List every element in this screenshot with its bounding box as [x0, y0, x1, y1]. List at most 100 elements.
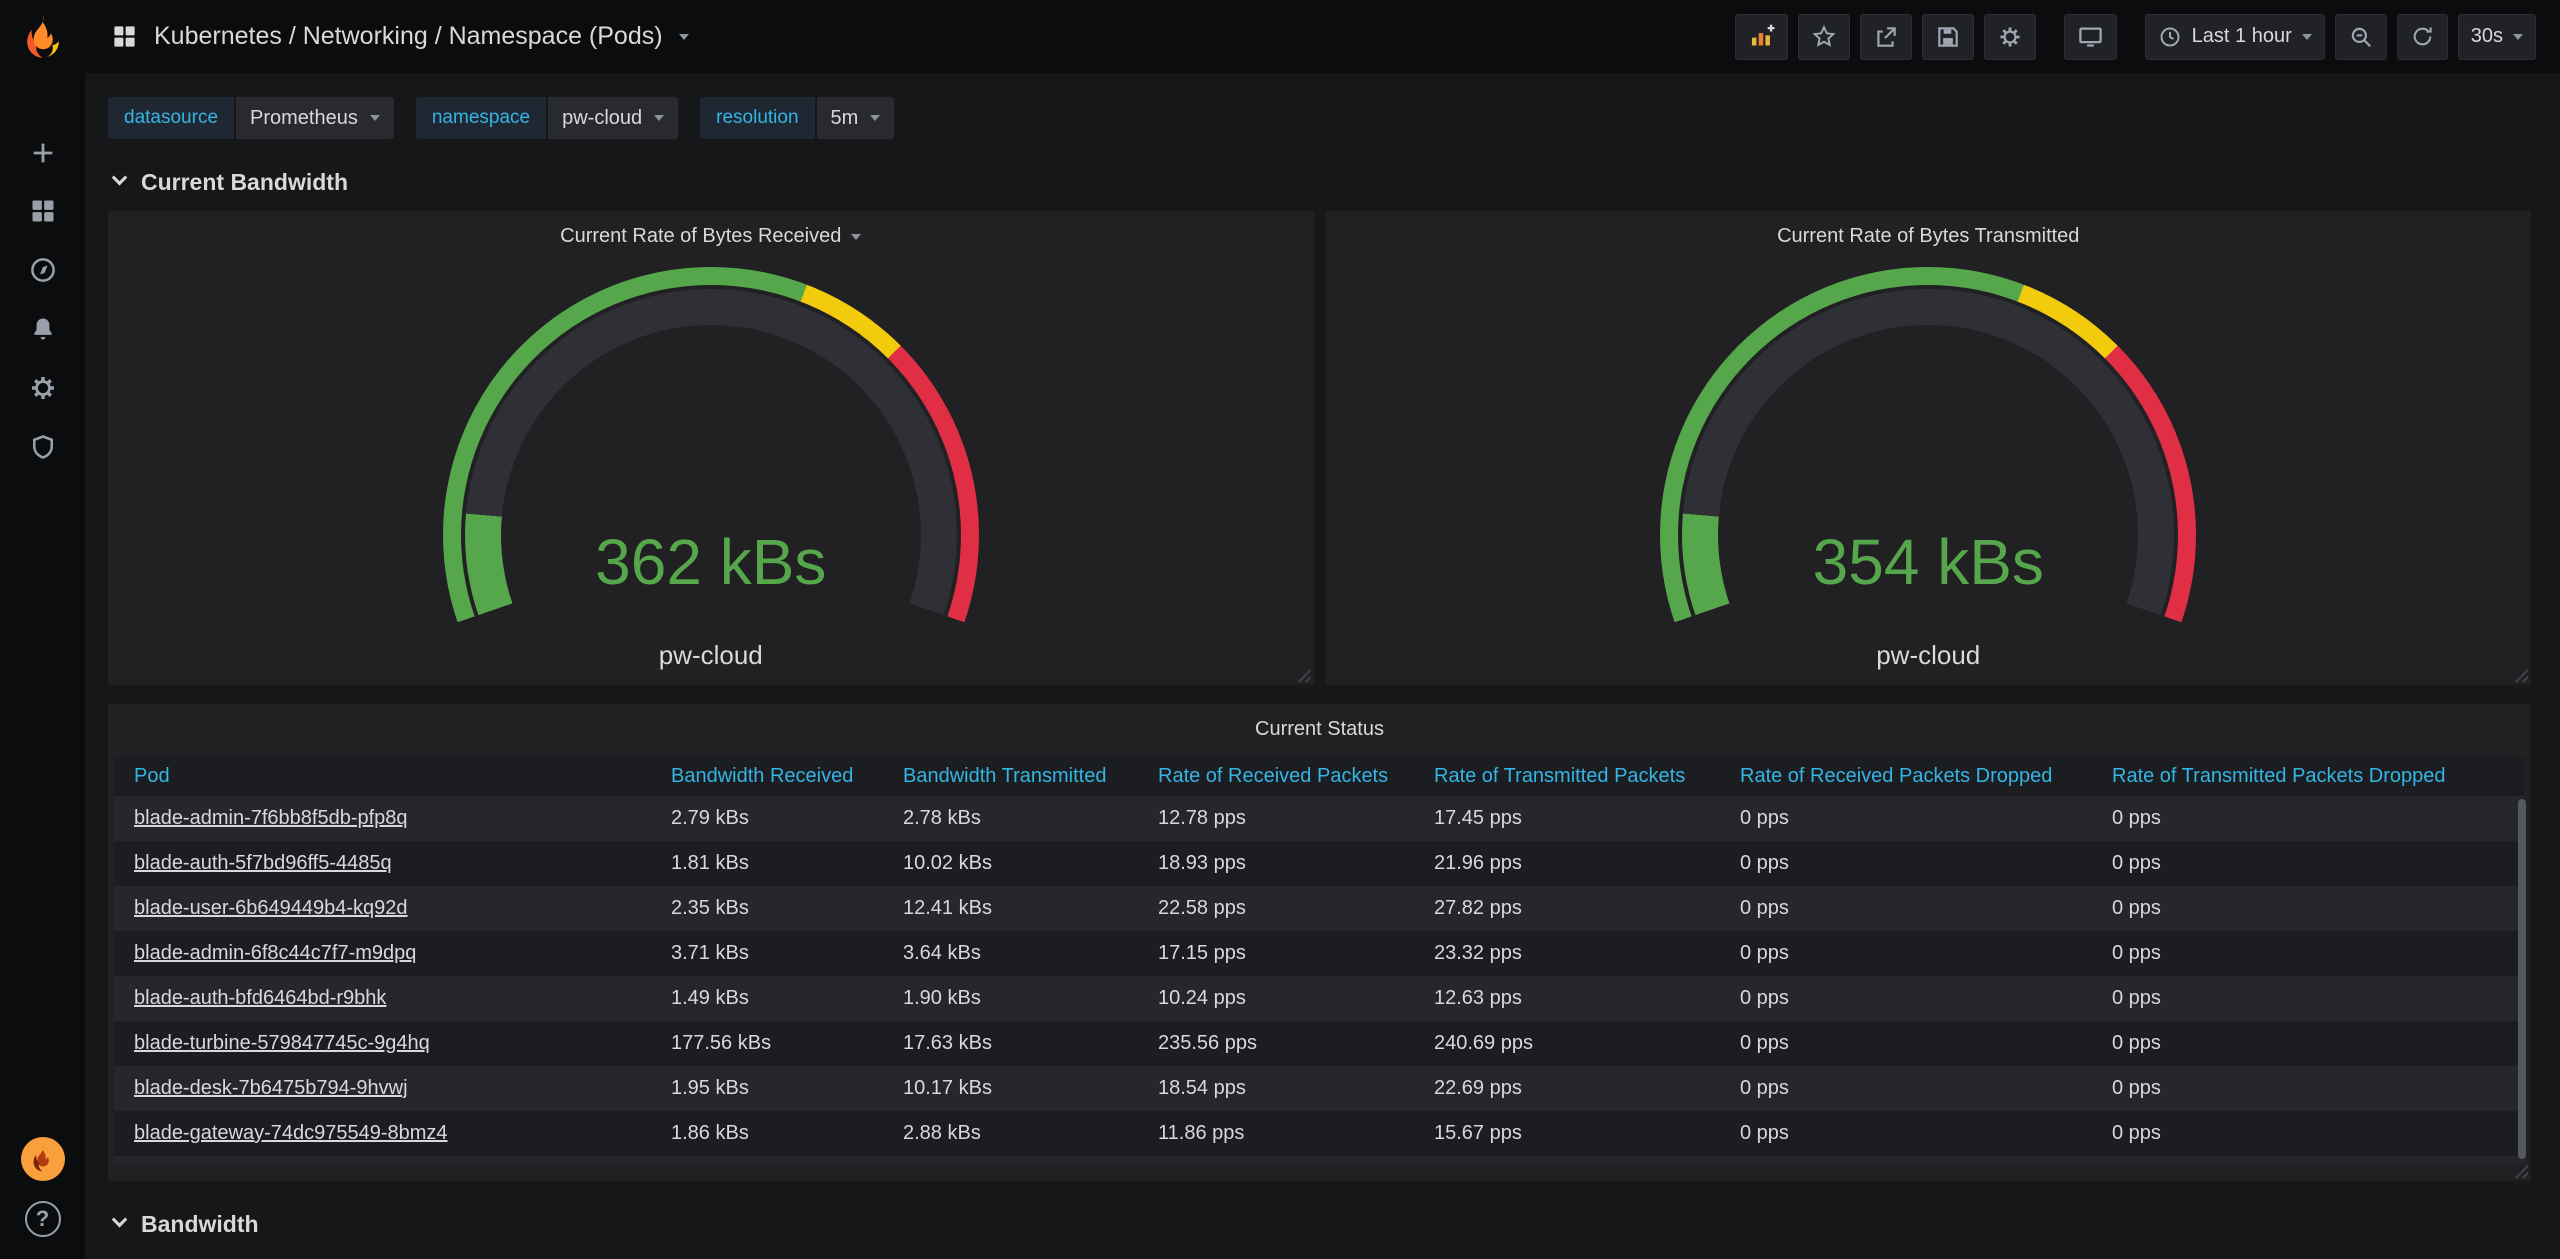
apps-grid-icon: [111, 23, 138, 50]
table-cell: 17.15 pps: [1146, 931, 1422, 976]
table-cell: 1.95 kBs: [659, 1066, 891, 1111]
table-cell: 0 pps: [2100, 1066, 2525, 1111]
variable-value-dropdown[interactable]: 5m: [817, 97, 895, 139]
save-button[interactable]: [1922, 14, 1974, 60]
panel-resize-handle[interactable]: [2512, 1162, 2528, 1178]
table-row: blade-user-6b649449b4-kq92d 2.35 kBs12.41…: [114, 886, 2525, 931]
pod-link[interactable]: blade-turbine-579847745c-9g4hq: [134, 1032, 430, 1054]
add-panel-button[interactable]: [1735, 14, 1788, 60]
alerting-bell-icon: [29, 315, 57, 343]
table-row: blade-message-6dc46477cb-hks2n5.57 kBs50…: [114, 1156, 2525, 1163]
column-header[interactable]: Rate of Transmitted Packets Dropped: [2100, 757, 2525, 796]
table-cell: 235.56 pps: [1146, 1021, 1422, 1066]
gauge-panel-bytes-transmitted: Current Rate of Bytes Transmitted 354 kB…: [1326, 211, 2532, 685]
breadcrumb: Kubernetes / Networking / Namespace (Pod…: [154, 22, 663, 51]
gauge-value: 354 kBs: [1813, 525, 2044, 599]
chevron-down-icon: [370, 115, 380, 121]
table-cell: 2.35 kBs: [659, 886, 891, 931]
gauge-value: 362 kBs: [595, 525, 826, 599]
column-header[interactable]: Pod: [114, 757, 659, 796]
pod-link[interactable]: blade-auth-bfd6464bd-r9bhk: [134, 987, 386, 1009]
help-icon[interactable]: [25, 1201, 61, 1237]
table-cell: 177.56 kBs: [659, 1021, 891, 1066]
refresh-button[interactable]: [2397, 14, 2448, 60]
pod-link[interactable]: blade-admin-7f6bb8f5db-pfp8q: [134, 807, 408, 829]
column-header[interactable]: Bandwidth Received: [659, 757, 891, 796]
table-cell: 15.67 pps: [1422, 1111, 1728, 1156]
table-cell: 1.49 kBs: [659, 976, 891, 1021]
table-cell: 21.96 pps: [1422, 841, 1728, 886]
table-row: blade-turbine-579847745c-9g4hq 177.56 kBs…: [114, 1021, 2525, 1066]
table-cell: 1.81 kBs: [659, 841, 891, 886]
configuration-gear-icon: [28, 373, 58, 403]
pod-link[interactable]: blade-gateway-74dc975549-8bmz4: [134, 1122, 448, 1144]
section-toggle-current-bandwidth[interactable]: Current Bandwidth: [108, 167, 2531, 197]
dashboard-title-button[interactable]: Kubernetes / Networking / Namespace (Pod…: [111, 22, 689, 51]
grafana-flame-icon: [18, 12, 68, 62]
table-cell: 1.86 kBs: [659, 1111, 891, 1156]
table-cell: 22.69 pps: [1422, 1066, 1728, 1111]
refresh-icon: [2410, 24, 2435, 49]
variable-value: Prometheus: [250, 107, 358, 130]
grafana-logo[interactable]: [18, 12, 68, 67]
table-scrollbar[interactable]: [2518, 799, 2526, 1159]
clock-icon: [2158, 25, 2182, 49]
variable-value-dropdown[interactable]: pw-cloud: [548, 97, 678, 139]
sidebar-item-dashboards[interactable]: [29, 197, 57, 225]
panel-title[interactable]: Current Rate of Bytes Received: [108, 211, 1314, 248]
table-cell: 0 pps: [2100, 931, 2525, 976]
table-cell: 12.41 kBs: [891, 886, 1146, 931]
table-cell: 3.71 kBs: [659, 931, 891, 976]
star-button[interactable]: [1798, 14, 1850, 60]
panel-title[interactable]: Current Rate of Bytes Transmitted: [1326, 211, 2532, 248]
cycle-view-button[interactable]: [2064, 14, 2117, 60]
gauge-panel-bytes-received: Current Rate of Bytes Received 362 kBs p…: [108, 211, 1314, 685]
variable-value: pw-cloud: [562, 107, 642, 130]
table-cell: 0 pps: [1728, 841, 2100, 886]
variable-value: 5m: [831, 107, 859, 130]
sidebar-item-configuration[interactable]: [28, 373, 58, 403]
zoom-out-icon: [2348, 24, 2374, 50]
column-header[interactable]: Rate of Transmitted Packets: [1422, 757, 1728, 796]
pod-link[interactable]: blade-admin-6f8c44c7f7-m9dpq: [134, 942, 416, 964]
panel-title-text: Current Rate of Bytes Transmitted: [1777, 225, 2079, 248]
table-row: blade-auth-bfd6464bd-r9bhk1.49 kBs1.90 k…: [114, 976, 2525, 1021]
sidebar: [0, 0, 85, 1259]
table-cell: 0 pps: [1728, 1021, 2100, 1066]
table-cell: 2.79 kBs: [659, 796, 891, 841]
table-cell: 17.45 pps: [1422, 796, 1728, 841]
table-row: blade-auth-5f7bd96ff5-4485q1.81 kBs10.02…: [114, 841, 2525, 886]
pod-link[interactable]: blade-desk-7b6475b794-9hvwj: [134, 1077, 408, 1099]
table-cell: 62.93 pps: [1146, 1156, 1422, 1163]
table-cell: 0 pps: [2100, 886, 2525, 931]
section-title: Current Bandwidth: [141, 169, 348, 196]
table-cell: 2.78 kBs: [891, 796, 1146, 841]
table-cell: 0 pps: [1728, 931, 2100, 976]
share-button[interactable]: [1860, 14, 1912, 60]
chevron-down-icon: [2302, 34, 2312, 40]
column-header[interactable]: Rate of Received Packets Dropped: [1728, 757, 2100, 796]
column-header[interactable]: Rate of Received Packets: [1146, 757, 1422, 796]
dashboard-settings-button[interactable]: [1984, 14, 2036, 60]
variable-namespace: namespace pw-cloud: [416, 97, 678, 139]
table-cell: 10.17 kBs: [891, 1066, 1146, 1111]
variable-label: datasource: [108, 97, 234, 139]
table-cell: 12.63 pps: [1422, 976, 1728, 1021]
refresh-interval-button[interactable]: 30s: [2458, 14, 2536, 60]
sidebar-item-alerting[interactable]: [29, 315, 57, 343]
time-range-button[interactable]: Last 1 hour: [2145, 14, 2325, 60]
pod-link[interactable]: blade-auth-5f7bd96ff5-4485q: [134, 852, 392, 874]
sidebar-item-create[interactable]: [29, 139, 57, 167]
zoom-out-button[interactable]: [2335, 14, 2387, 60]
column-header[interactable]: Bandwidth Transmitted: [891, 757, 1146, 796]
variable-value-dropdown[interactable]: Prometheus: [236, 97, 394, 139]
section-toggle-bandwidth[interactable]: Bandwidth: [108, 1209, 2531, 1239]
panel-title[interactable]: Current Status: [108, 704, 2531, 741]
variable-datasource: datasource Prometheus: [108, 97, 394, 139]
table-cell: 50.27 kBs: [891, 1156, 1146, 1163]
user-avatar[interactable]: [21, 1137, 65, 1181]
gauge-series-label: pw-cloud: [108, 640, 1314, 671]
sidebar-item-server-admin[interactable]: [29, 433, 57, 461]
pod-link[interactable]: blade-user-6b649449b4-kq92d: [134, 897, 408, 919]
sidebar-item-explore[interactable]: [28, 255, 58, 285]
